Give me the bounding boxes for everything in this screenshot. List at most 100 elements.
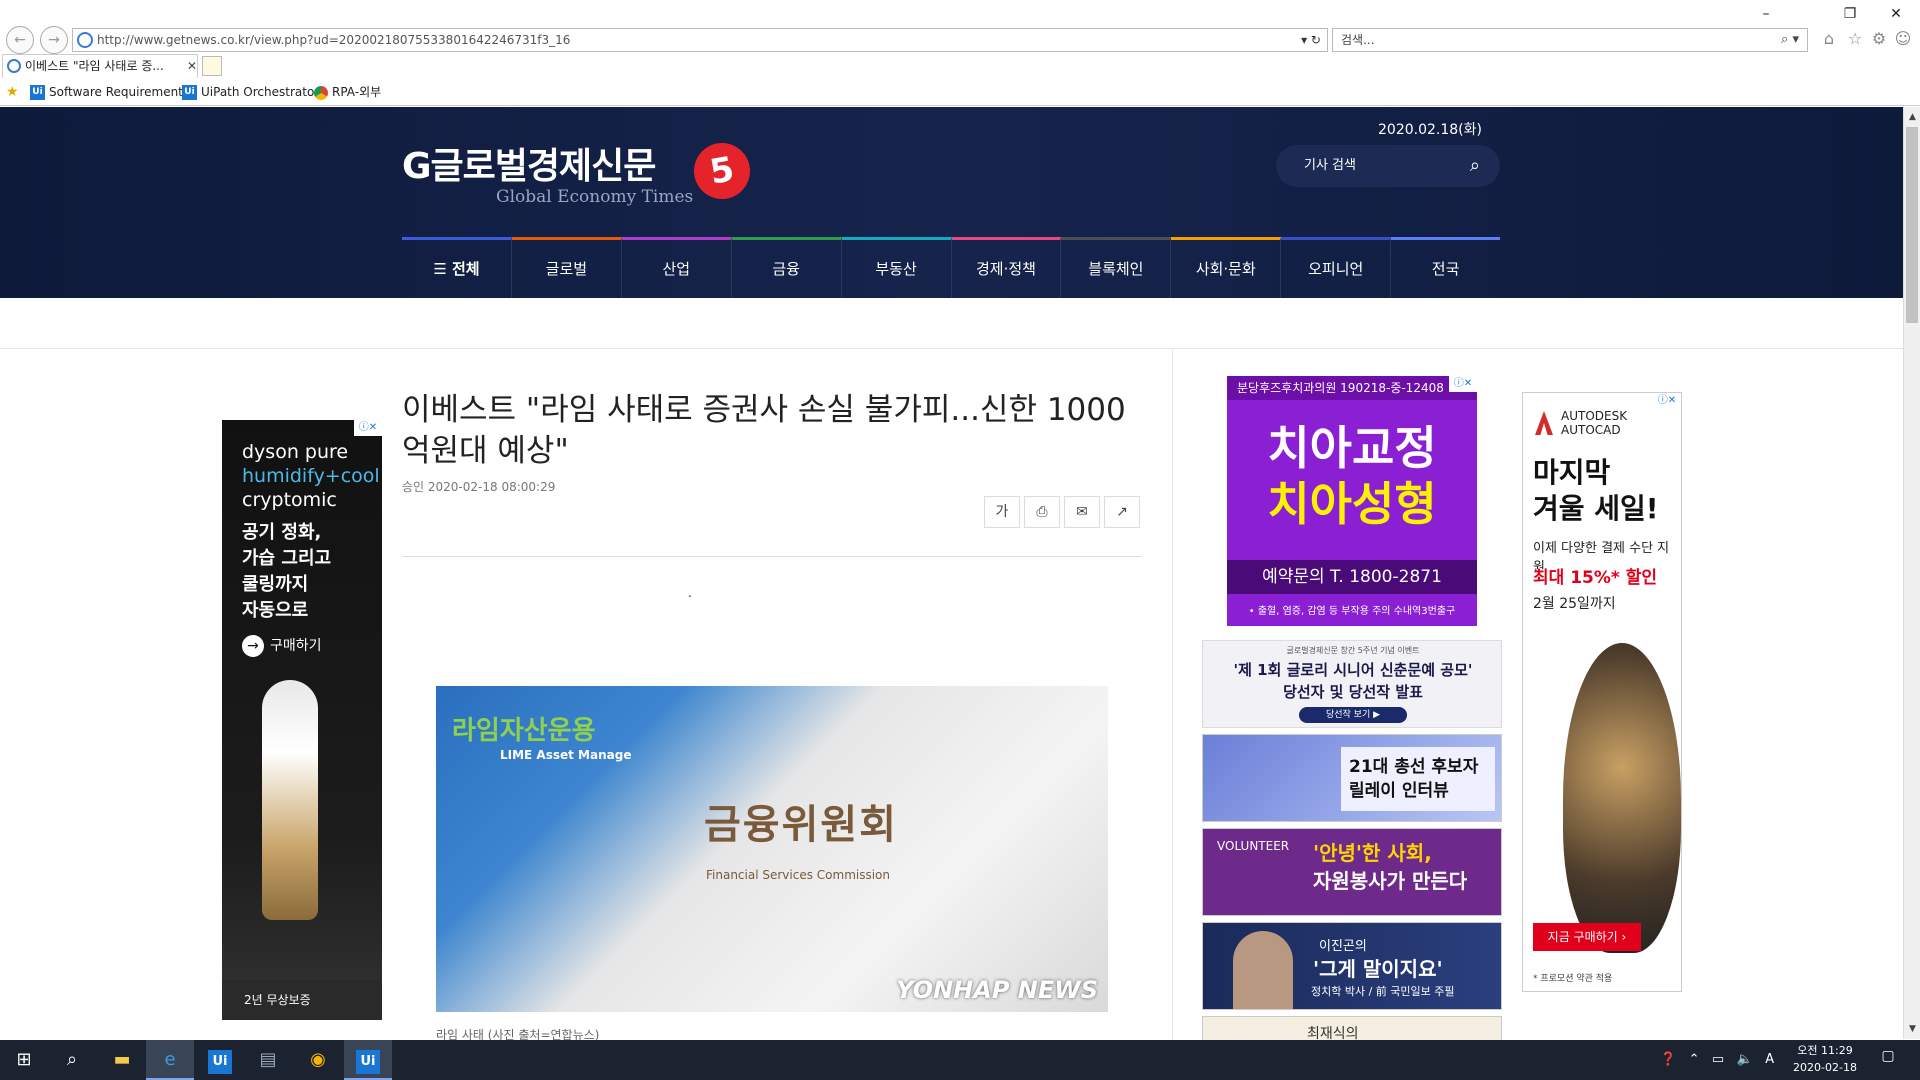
ad-copy-line: 자동으로: [242, 600, 309, 621]
photo-watermark: YONHAP NEWS: [896, 976, 1098, 1004]
ad-buy-button[interactable]: → 구매하기: [242, 635, 322, 657]
site-header: G글로벌경제신문 Global Economy Times 5 2020.02.…: [0, 107, 1903, 298]
uipath-robot-icon[interactable]: Ui: [344, 1040, 392, 1080]
back-button[interactable]: ←: [6, 26, 34, 54]
banner-volunteer[interactable]: VOLUNTEER '안녕'한 사회, 자원봉사가 만든다: [1202, 828, 1502, 916]
banner-column-lee[interactable]: 이진곤의 '그게 말이지요' 정치학 박사 / 前 국민일보 주필: [1202, 922, 1502, 1010]
menu-item-all[interactable]: ☰ 전체: [402, 237, 512, 298]
home-icon[interactable]: ⌂: [1818, 28, 1840, 50]
ad-copy-line: 쿨링까지: [242, 574, 309, 595]
minimize-button[interactable]: –: [1746, 2, 1786, 26]
browser-search-box[interactable]: 검색... ⌕ ▾: [1332, 28, 1808, 52]
favorite-software-requirements[interactable]: Ui Software Requirements: [30, 80, 189, 104]
font-size-button[interactable]: 가: [984, 496, 1020, 528]
file-explorer-icon[interactable]: ▬: [98, 1040, 146, 1080]
menu-item-nationwide[interactable]: 전국: [1391, 237, 1501, 298]
ime-indicator[interactable]: A: [1765, 1052, 1774, 1067]
ad-buy-label: 구매하기: [270, 638, 322, 654]
uipath-icon: Ui: [182, 85, 197, 100]
photo-text-lime: 라임자산운용: [452, 716, 596, 746]
notification-icon[interactable]: ▢: [1876, 1048, 1900, 1072]
article-search-input[interactable]: 기사 검색 ⌕: [1276, 145, 1500, 187]
new-tab-button[interactable]: [202, 56, 222, 76]
ad-dental[interactable]: 분당후즈후치과의원 190218-중-12408 치아교정 치아성형 예약문의 …: [1227, 376, 1477, 626]
ad-brand-line: AUTOCAD: [1561, 423, 1621, 437]
windows-start-icon[interactable]: ⊞: [0, 1040, 48, 1080]
menu-item-society-culture[interactable]: 사회·문화: [1171, 237, 1282, 298]
ad-dyson[interactable]: ⓘ✕ dyson pure humidify+cool cryptomic 공기…: [222, 420, 382, 1020]
address-bar[interactable]: http://www.getnews.co.kr/view.php?ud=202…: [72, 28, 1328, 52]
banner-text: 21대 총선 후보자 릴레이 인터뷰: [1341, 747, 1495, 811]
anniversary-badge: 5: [689, 138, 755, 204]
notepad-icon[interactable]: ▤: [244, 1040, 292, 1080]
volume-icon[interactable]: 🔈: [1737, 1052, 1753, 1067]
banner-election-interview[interactable]: 21대 총선 후보자 릴레이 인터뷰: [1202, 734, 1502, 822]
favorites-star-icon[interactable]: ☆: [1844, 28, 1866, 50]
ad-autodesk[interactable]: ⓘ✕ AUTODESK AUTOCAD 마지막 겨울 세일! 이제 다양한 결제…: [1522, 392, 1682, 992]
scrollbar-thumb[interactable]: [1906, 127, 1918, 323]
search-icon[interactable]: ⌕: [48, 1040, 96, 1080]
chevron-up-icon[interactable]: ⌃: [1689, 1052, 1700, 1067]
refresh-icon[interactable]: ▾ ↻: [1301, 29, 1321, 51]
forward-button[interactable]: →: [40, 26, 68, 54]
favorites-star-icon[interactable]: ★: [6, 80, 19, 104]
article-byline: 승인 2020-02-18 08:00:29: [402, 480, 556, 494]
menu-item-realestate[interactable]: 부동산: [841, 237, 952, 298]
favorite-uipath-orchestrator[interactable]: Ui UiPath Orchestrator: [182, 80, 319, 104]
banner-sub: 정치학 박사 / 前 국민일보 주필: [1311, 985, 1455, 998]
search-icon[interactable]: ⌕: [1470, 145, 1480, 187]
favorite-label: RPA-외부: [332, 85, 382, 99]
browser-chrome: – ❐ ✕ ← → http://www.getnews.co.kr/view.…: [0, 0, 1920, 106]
chrome-icon[interactable]: ◉: [294, 1040, 342, 1080]
ad-copy-line: 가습 그리고: [242, 548, 332, 569]
ad-choices-icon[interactable]: ⓘ✕: [1449, 376, 1477, 392]
restore-button[interactable]: ❐: [1830, 2, 1870, 26]
ad-choices-icon[interactable]: ⓘ✕: [1653, 393, 1681, 409]
menu-item-economy-policy[interactable]: 경제·정책: [951, 237, 1062, 298]
banner-senior-contest[interactable]: 글로벌경제신문 창간 5주년 기념 이벤트 '제 1회 글로리 시니어 신춘문예…: [1202, 640, 1502, 728]
ad-dental-tel: 예약문의 T. 1800-2871: [1227, 560, 1477, 594]
menu-item-industry[interactable]: 산업: [621, 237, 732, 298]
ad-choices-icon[interactable]: ⓘ✕: [354, 420, 382, 436]
menu-item-opinion[interactable]: 오피니언: [1281, 237, 1392, 298]
scroll-up-icon[interactable]: ▲: [1904, 109, 1920, 125]
clock-time: 오전 11:29: [1797, 1044, 1853, 1057]
ad-headline-line: 마지막: [1533, 456, 1611, 489]
ad-headline: 마지막 겨울 세일!: [1533, 455, 1659, 527]
scroll-down-icon[interactable]: ▼: [1904, 1021, 1920, 1037]
system-tray: ❓ ⌃ ▭ 🔈 A: [1660, 1040, 1774, 1080]
network-icon[interactable]: ▭: [1712, 1052, 1724, 1067]
close-tab-icon[interactable]: ✕: [187, 55, 197, 77]
banner-label: VOLUNTEER: [1217, 839, 1290, 853]
article-divider: [402, 556, 1142, 557]
clock-date: 2020-02-18: [1793, 1061, 1857, 1074]
clock[interactable]: 오전 11:29 2020-02-18: [1790, 1042, 1860, 1076]
site-logo[interactable]: G글로벌경제신문: [402, 137, 656, 189]
banner-line: 자원봉사가 만든다: [1313, 869, 1468, 893]
gear-icon[interactable]: ⚙: [1868, 28, 1890, 50]
windows-taskbar: ⊞ ⌕ ▬ e Ui ▤ ◉ Ui ❓ ⌃ ▭ 🔈 A 오전 11:29 202…: [0, 1040, 1920, 1080]
article-title: 이베스트 "라임 사태로 증권사 손실 불가피...신한 1000억원대 예상": [402, 392, 1126, 469]
help-icon[interactable]: ❓: [1660, 1052, 1676, 1067]
banner-small-text: 글로벌경제신문 창간 5주년 기념 이벤트: [1286, 646, 1420, 655]
menu-item-finance[interactable]: 금융: [731, 237, 842, 298]
internet-explorer-icon[interactable]: e: [146, 1040, 194, 1080]
search-icon[interactable]: ⌕ ▾: [1781, 29, 1799, 51]
ad-dental-headline: 치아교정 치아성형: [1227, 420, 1477, 532]
email-button[interactable]: ✉: [1064, 496, 1100, 528]
menu-item-blockchain[interactable]: 블록체인: [1061, 237, 1172, 298]
tab-active[interactable]: 이베스트 "라임 사태로 증... ✕: [2, 54, 198, 78]
print-button[interactable]: ⎙: [1024, 496, 1060, 528]
ad-brand: dyson pure humidify+cool cryptomic: [242, 440, 380, 512]
vertical-scrollbar[interactable]: ▲ ▼: [1903, 107, 1920, 1039]
close-window-button[interactable]: ✕: [1876, 2, 1916, 26]
favorite-rpa-external[interactable]: RPA-외부: [314, 80, 381, 104]
share-button[interactable]: ↗: [1104, 496, 1140, 528]
ad-buy-button[interactable]: 지금 구매하기 ›: [1533, 923, 1641, 951]
uipath-studio-icon[interactable]: Ui: [196, 1040, 244, 1080]
smiley-icon[interactable]: ☺: [1892, 28, 1914, 50]
menu-item-global[interactable]: 글로벌: [511, 237, 622, 298]
banner-button[interactable]: 당선작 보기 ▶: [1299, 707, 1407, 723]
favorite-label: Software Requirements: [49, 85, 190, 99]
header-date: 2020.02.18(화): [1378, 122, 1482, 138]
